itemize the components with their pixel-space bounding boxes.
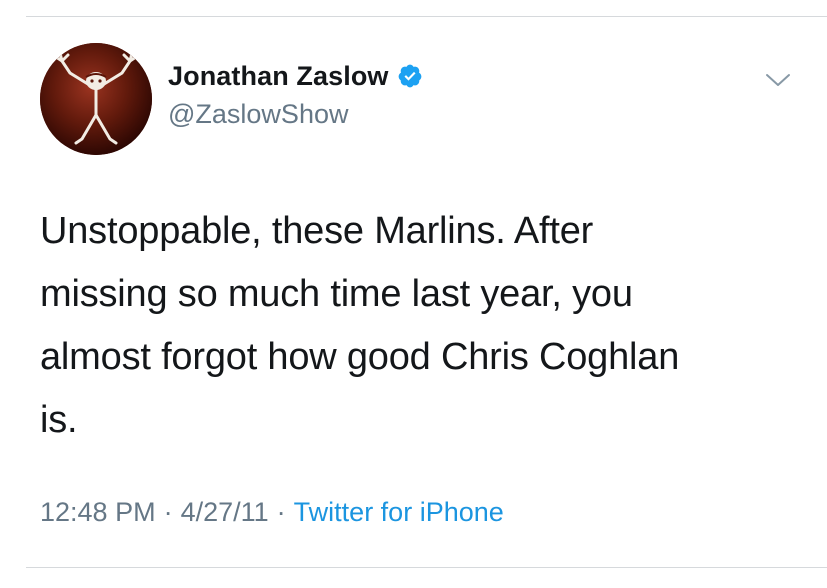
tweet-meta: 12:48 PM · 4/27/11 · Twitter for iPhone <box>40 494 504 530</box>
display-name[interactable]: Jonathan Zaslow <box>168 61 389 92</box>
stickman-logo-icon <box>40 43 152 155</box>
tweet-text: Unstoppable, these Marlins. After missin… <box>40 210 680 441</box>
meta-separator: · <box>163 496 173 527</box>
chevron-down-icon[interactable] <box>764 70 792 90</box>
tweet-card: Jonathan Zaslow @ZaslowShow Unstoppable,… <box>0 0 827 588</box>
tweet-date[interactable]: 4/27/11 <box>181 497 269 528</box>
meta-separator: · <box>276 496 286 527</box>
author-name-row[interactable]: Jonathan Zaslow <box>168 58 423 94</box>
verified-badge-icon <box>397 63 423 89</box>
top-divider <box>26 16 827 17</box>
avatar[interactable] <box>40 43 152 155</box>
tweet-time[interactable]: 12:48 PM <box>40 497 156 528</box>
user-handle[interactable]: @ZaslowShow <box>168 99 348 130</box>
bottom-divider <box>26 567 827 568</box>
tweet-source-link[interactable]: Twitter for iPhone <box>294 497 504 528</box>
